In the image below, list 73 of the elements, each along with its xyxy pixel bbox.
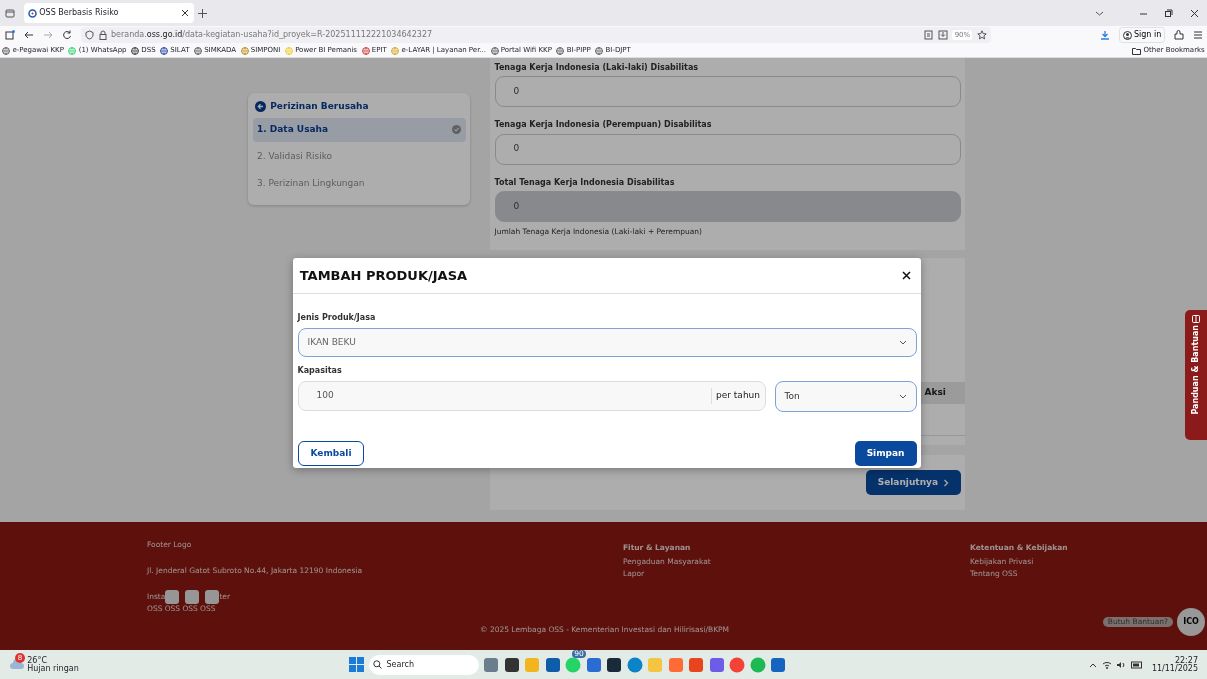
download-icon[interactable] <box>1100 30 1111 40</box>
field-label: Jenis Produk/Jasa <box>297 312 377 324</box>
account-icon <box>1122 30 1132 40</box>
reader-view-icon[interactable] <box>924 30 934 40</box>
globe-icon <box>193 46 202 55</box>
table-header: Aksi <box>920 381 965 404</box>
back-arrow-icon[interactable] <box>23 30 34 40</box>
globe-icon <box>595 46 604 55</box>
modal-title: TAMBAH PRODUK/JASA <box>298 266 468 285</box>
close-icon[interactable] <box>1189 8 1199 18</box>
temperature-text: 26°C <box>27 656 47 665</box>
restore-icon[interactable] <box>1164 8 1173 18</box>
site-icon <box>28 8 37 18</box>
windows-icon[interactable] <box>349 657 364 672</box>
browser-tab[interactable]: OSS Berbasis Risiko <box>23 3 194 23</box>
close-icon[interactable] <box>901 271 911 280</box>
unit-addon: per tahun <box>710 388 765 404</box>
tab-list-icon[interactable] <box>4 8 15 18</box>
close-icon[interactable] <box>181 9 189 17</box>
chevron-down-icon <box>898 339 907 346</box>
globe-icon <box>556 46 565 55</box>
field-label: Total Tenaga Kerja Indonesia Disabilitas <box>494 176 676 189</box>
chevron-up-icon[interactable] <box>1089 661 1098 668</box>
chevron-right-icon <box>942 478 949 487</box>
field-label: Kapasitas <box>297 365 343 377</box>
field-label: Tenaga Kerja Indonesia (Laki-laki) Disabilitas <box>494 62 700 74</box>
star-icon[interactable] <box>976 30 987 40</box>
globe-icon <box>68 46 77 55</box>
globe-icon <box>2 46 11 55</box>
globe-icon <box>391 46 400 55</box>
reload-icon[interactable] <box>61 30 72 40</box>
product-select[interactable]: IKAN BEKU <box>297 328 917 357</box>
globe-icon <box>160 46 169 55</box>
input-field: 0 <box>494 190 961 222</box>
globe-icon <box>490 46 499 55</box>
weather-text: Hujan ringan <box>27 664 79 673</box>
back-button[interactable]: Kembali <box>297 440 365 466</box>
input-field[interactable]: 0 <box>494 76 961 108</box>
step-item[interactable]: 1. Data Usaha <box>252 117 466 142</box>
new-tab-icon[interactable] <box>198 8 207 18</box>
download-page-icon[interactable] <box>937 30 948 40</box>
globe-icon <box>284 46 293 55</box>
help-tab[interactable]: Panduan & Bantuan <box>1185 310 1207 440</box>
field-label: Tenaga Kerja Indonesia (Perempuan) Disabilitas <box>494 119 713 132</box>
sidebar-icon[interactable] <box>4 30 15 40</box>
search-icon <box>373 660 382 669</box>
unit-select[interactable]: Ton <box>774 381 917 412</box>
next-button[interactable]: Selanjutnya <box>865 470 961 495</box>
globe-icon <box>361 46 370 55</box>
globe-icon <box>240 46 249 55</box>
social-icon[interactable] <box>185 589 200 604</box>
app-icon[interactable] <box>503 656 520 673</box>
book-icon <box>1192 314 1200 323</box>
network-icon[interactable] <box>1101 659 1112 670</box>
input-field[interactable]: 0 <box>494 133 961 165</box>
capacity-field[interactable]: 100 per tahun <box>297 381 766 411</box>
url-text: beranda.oss.go.id/data-kegiatan-usaha?id_proyek=R-202511112221034642327 <box>111 29 434 41</box>
clock[interactable]: 22:27 11/11/2025 <box>1151 656 1198 673</box>
help-button[interactable]: ICO <box>1177 608 1205 636</box>
lock-icon <box>98 30 107 40</box>
sidebar-title: Perizinan Berusaha <box>270 99 369 113</box>
app-icon[interactable] <box>606 656 622 673</box>
globe-icon <box>131 46 140 55</box>
battery-icon[interactable] <box>1130 660 1143 669</box>
social-icon[interactable] <box>165 589 180 604</box>
sign-in-button[interactable]: Sign in <box>1119 27 1165 43</box>
save-button[interactable]: Simpan <box>854 440 917 466</box>
menu-icon[interactable] <box>1192 30 1203 40</box>
back-arrow-icon[interactable] <box>254 101 266 112</box>
extensions-icon[interactable] <box>1173 30 1184 40</box>
social-icon[interactable] <box>205 589 220 604</box>
chevron-down-icon <box>898 393 907 400</box>
search-field[interactable]: Search <box>368 654 479 675</box>
